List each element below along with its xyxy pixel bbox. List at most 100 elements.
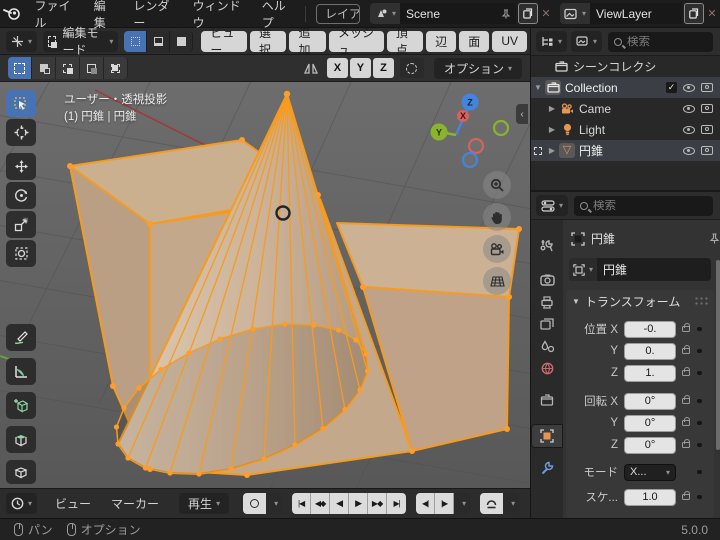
select-subtract-button[interactable] (56, 57, 80, 79)
keyframe-dot[interactable] (697, 442, 702, 448)
mirror-y-button[interactable]: Y (349, 58, 371, 78)
collection-checkbox[interactable]: ✓ (666, 82, 677, 93)
menu-file[interactable]: ファイル (25, 0, 84, 30)
tab-render[interactable] (531, 268, 563, 292)
select-set-button[interactable] (8, 57, 32, 79)
location-x-field[interactable]: -0. (624, 320, 676, 338)
record-options-chevron[interactable]: ▾ (266, 493, 283, 514)
mode-dropdown[interactable]: 編集モード ▾ (43, 26, 119, 57)
step-forward-button[interactable]: |▶ (435, 493, 455, 514)
keyframe-dot[interactable] (697, 469, 702, 475)
camera-view-button[interactable] (483, 235, 511, 263)
rotation-z-field[interactable]: 0° (624, 436, 676, 454)
keying-options-chevron[interactable]: ▾ (503, 493, 520, 514)
select-invert-button[interactable] (80, 57, 104, 79)
menu-add[interactable]: 追加 (289, 26, 326, 57)
menu-edit[interactable]: 編集 (84, 0, 124, 30)
menu-vertex[interactable]: 頂点 (386, 26, 424, 57)
tool-measure[interactable] (6, 358, 36, 385)
gizmo-minus-x-ball[interactable] (467, 137, 485, 155)
eye-icon[interactable] (683, 104, 695, 113)
menu-edge[interactable]: 辺 (426, 30, 457, 52)
keyframe-dot[interactable] (697, 398, 702, 404)
object-browse-button[interactable]: ▾ (569, 258, 598, 281)
tool-extrude[interactable] (6, 426, 36, 453)
mirror-icon[interactable] (300, 62, 322, 75)
lock-icon[interactable] (682, 366, 690, 376)
tool-scale[interactable] (6, 211, 36, 238)
render-visibility-icon[interactable] (701, 146, 713, 155)
play-reverse-button[interactable]: ◀ (330, 493, 350, 514)
lock-icon[interactable] (682, 394, 690, 404)
timeline-editor-type-button[interactable]: ▾ (6, 493, 38, 514)
expand-chevron-icon[interactable]: ▶ (545, 125, 559, 134)
mirror-z-button[interactable]: Z (372, 58, 394, 78)
outliner-row-collection[interactable]: ▼ Collection ✓ (531, 77, 720, 98)
tool-add-cube[interactable] (6, 392, 36, 419)
location-y-field[interactable]: 0. (624, 342, 676, 360)
jump-to-start-button[interactable]: |◀ (292, 493, 312, 514)
keyframe-dot[interactable] (697, 348, 702, 354)
keyframe-dot[interactable] (697, 370, 702, 376)
tool-cursor[interactable] (6, 119, 36, 146)
timeline-menu-view[interactable]: ビュー (45, 495, 101, 512)
properties-editor-type-button[interactable]: ▾ (536, 195, 569, 216)
menu-face[interactable]: 面 (459, 30, 490, 52)
tool-inset[interactable] (6, 460, 36, 484)
tab-tool[interactable] (531, 234, 563, 258)
tab-world[interactable] (531, 356, 563, 380)
gizmo-minus-z-ball[interactable] (461, 151, 479, 169)
properties-search-input[interactable] (593, 199, 707, 212)
properties-scrollbar[interactable] (716, 260, 720, 450)
eye-icon[interactable] (683, 146, 695, 155)
remove-viewlayer-button[interactable]: ✕ (704, 7, 720, 20)
panel-drag-handle[interactable] (694, 296, 708, 306)
scene-name-field[interactable]: Scene (399, 3, 516, 24)
timeline-menu-marker[interactable]: マーカー (101, 495, 169, 512)
frame-step-chevron[interactable]: ▾ (454, 493, 471, 514)
options-dropdown[interactable]: オプション ▾ (433, 57, 522, 79)
viewlayer-name-field[interactable]: ViewLayer (589, 3, 682, 24)
outliner-display-mode-button[interactable]: ▾ (571, 31, 603, 52)
blender-logo-icon[interactable] (0, 7, 25, 20)
new-viewlayer-button[interactable] (683, 3, 704, 24)
lock-icon[interactable] (682, 438, 690, 448)
transform-panel-header[interactable]: ▼ トランスフォーム (566, 290, 714, 312)
properties-search[interactable] (574, 195, 713, 216)
select-extend-button[interactable] (32, 57, 56, 79)
viewlayer-browse-button[interactable]: ▾ (559, 3, 590, 24)
tab-view-layer[interactable] (531, 312, 563, 336)
scale-x-field[interactable]: 1.0 (624, 488, 676, 506)
outliner-row-light[interactable]: ▶ Light (531, 119, 720, 140)
select-intersect-button[interactable] (104, 57, 128, 79)
outliner-search[interactable] (608, 31, 713, 52)
expand-chevron-icon[interactable]: ▶ (545, 146, 559, 155)
lock-icon[interactable] (682, 490, 690, 500)
scene-browse-button[interactable]: ▾ (369, 3, 400, 24)
outliner-editor-type-button[interactable]: ▾ (536, 31, 568, 52)
render-visibility-icon[interactable] (701, 83, 713, 92)
mirror-x-button[interactable]: X (326, 58, 348, 78)
object-name-field[interactable]: ▾ 円錐 (569, 258, 711, 281)
collapse-chevron-icon[interactable]: ▼ (531, 83, 545, 92)
editor-type-button[interactable]: ▾ (6, 30, 38, 52)
menu-select[interactable]: 選択 (250, 26, 287, 57)
expand-chevron-icon[interactable]: ▶ (545, 104, 559, 113)
play-button[interactable]: ▶ (349, 493, 369, 514)
tool-select-box[interactable] (6, 90, 36, 117)
vertex-select-button[interactable] (124, 30, 148, 52)
tool-annotate[interactable] (6, 324, 36, 351)
menu-render[interactable]: レンダー (123, 0, 182, 30)
keyframe-dot[interactable] (697, 326, 702, 332)
menu-uv[interactable]: UV (492, 30, 527, 52)
lock-icon[interactable] (682, 322, 690, 332)
zoom-button[interactable] (483, 171, 511, 199)
viewport-canvas[interactable]: X Z Y (0, 82, 530, 488)
pan-button[interactable] (483, 203, 511, 231)
outliner-row-scene-collection[interactable]: シーンコレクシ (531, 56, 720, 77)
eye-icon[interactable] (683, 83, 695, 92)
tool-rotate[interactable] (6, 182, 36, 209)
menu-view[interactable]: ビュー (201, 26, 248, 57)
location-z-field[interactable]: 1. (624, 364, 676, 382)
menu-window[interactable]: ウィンドウ (183, 0, 252, 30)
